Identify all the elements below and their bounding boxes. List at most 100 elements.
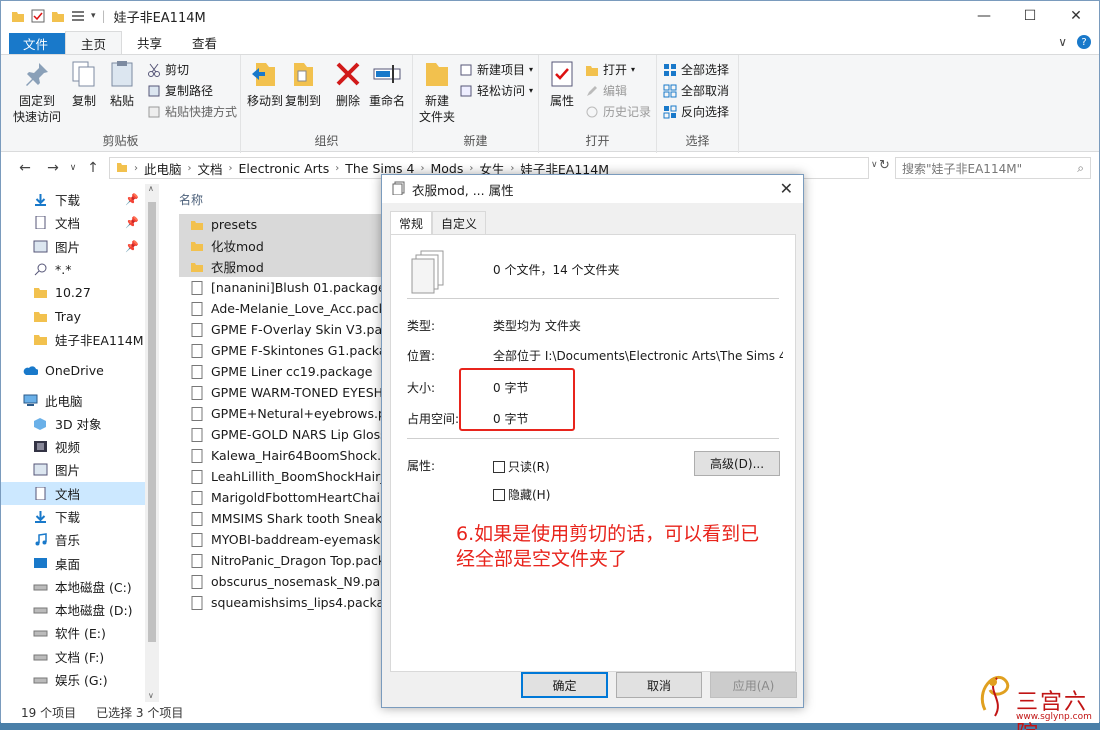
tab-view[interactable]: 查看 bbox=[177, 31, 232, 54]
file-row[interactable]: GPME F-Overlay Skin V3.package bbox=[179, 319, 386, 340]
tab-share[interactable]: 共享 bbox=[122, 31, 177, 54]
close-button[interactable]: ✕ bbox=[1053, 1, 1099, 31]
paste-button[interactable]: 粘贴 bbox=[107, 59, 137, 109]
file-row[interactable]: MYOBI-baddream-eyemask.package bbox=[179, 529, 386, 550]
file-row[interactable]: GPME+Netural+eyebrows.package bbox=[179, 403, 386, 424]
nav-item-this-pc[interactable]: 此电脑 bbox=[1, 388, 159, 411]
nav-item-drive-f[interactable]: 文档 (F:) bbox=[1, 645, 159, 668]
recent-dropdown-icon[interactable]: ∨ bbox=[63, 163, 83, 173]
file-row[interactable]: GPME Liner cc19.package bbox=[179, 361, 386, 382]
select-none-button[interactable]: 全部取消 bbox=[663, 82, 729, 99]
back-arrow-icon[interactable]: ← bbox=[15, 160, 35, 176]
address-dropdown-icon[interactable]: ∨ bbox=[871, 160, 878, 170]
nav-item-search[interactable]: *.* bbox=[1, 258, 159, 281]
minimize-button[interactable]: — bbox=[961, 1, 1007, 31]
nav-item-1027[interactable]: 10.27 bbox=[1, 281, 159, 304]
search-input[interactable]: 搜索"娃子非EA114M" ⌕ bbox=[895, 157, 1091, 179]
checkbox-box[interactable] bbox=[493, 461, 505, 473]
nav-item-videos[interactable]: 视频 bbox=[1, 435, 159, 458]
refresh-icon[interactable]: ↻ bbox=[879, 158, 890, 173]
scroll-down-icon[interactable]: ∨ bbox=[148, 691, 154, 700]
nav-item-onedrive[interactable]: OneDrive bbox=[1, 359, 159, 382]
nav-item-pc-documents[interactable]: 文档 bbox=[1, 481, 159, 505]
file-row[interactable]: NitroPanic_Dragon Top.package bbox=[179, 550, 386, 571]
folder-row[interactable]: 衣服mod bbox=[179, 256, 386, 277]
crumb-documents[interactable]: 文档 bbox=[198, 159, 223, 178]
nav-scrollbar[interactable]: ∧ ∨ bbox=[145, 184, 159, 702]
properties-button[interactable]: 属性 bbox=[547, 59, 577, 109]
invert-selection-button[interactable]: 反向选择 bbox=[663, 103, 729, 120]
edit-button[interactable]: 编辑 bbox=[585, 82, 627, 99]
nav-item-documents[interactable]: 文档 📌 bbox=[1, 211, 159, 234]
delete-button[interactable]: 删除 bbox=[333, 59, 363, 109]
file-row[interactable]: GPME WARM-TONED EYESHADOW bbox=[179, 382, 386, 403]
nav-item-music[interactable]: 音乐 bbox=[1, 528, 159, 551]
dialog-close-icon[interactable]: ✕ bbox=[780, 179, 793, 198]
nav-item-pc-downloads[interactable]: 下载 bbox=[1, 505, 159, 528]
nav-item-current-folder[interactable]: 娃子非EA114M bbox=[1, 328, 159, 351]
nav-item-downloads[interactable]: 下载 📌 bbox=[1, 188, 159, 211]
nav-item-drive-c[interactable]: 本地磁盘 (C:) bbox=[1, 575, 159, 598]
maximize-button[interactable]: ☐ bbox=[1007, 1, 1053, 31]
pin-icon[interactable]: 📌 bbox=[125, 216, 139, 229]
folder-row[interactable]: presets bbox=[179, 214, 386, 235]
cancel-button[interactable]: 取消 bbox=[616, 672, 702, 698]
file-row[interactable]: GPME F-Skintones G1.package bbox=[179, 340, 386, 361]
checkbox-box[interactable] bbox=[493, 489, 505, 501]
file-row[interactable]: obscurus_nosemask_N9.package bbox=[179, 571, 386, 592]
copy-to-button[interactable]: 复制到 bbox=[285, 59, 321, 109]
qa-dropdown-icon[interactable]: ▾ bbox=[91, 11, 96, 21]
nav-item-drive-d[interactable]: 本地磁盘 (D:) bbox=[1, 598, 159, 621]
nav-item-pc-pictures[interactable]: 图片 bbox=[1, 458, 159, 481]
nav-item-desktop[interactable]: 桌面 bbox=[1, 551, 159, 574]
properties-check-icon[interactable] bbox=[31, 9, 45, 23]
new-folder-icon[interactable] bbox=[51, 9, 65, 23]
nav-item-pictures[interactable]: 图片 📌 bbox=[1, 235, 159, 258]
file-row[interactable]: [nananini]Blush 01.package bbox=[179, 277, 386, 298]
nav-scroll-thumb[interactable] bbox=[148, 202, 156, 642]
open-button[interactable]: 打开 ▾ bbox=[585, 61, 635, 78]
cut-button[interactable]: 剪切 bbox=[147, 61, 189, 78]
file-row[interactable]: Kalewa_Hair64BoomShock.package bbox=[179, 445, 386, 466]
pin-icon[interactable]: 📌 bbox=[125, 193, 139, 206]
file-row[interactable]: GPME-GOLD NARS Lip Gloss.package bbox=[179, 424, 386, 445]
history-button[interactable]: 历史记录 bbox=[585, 103, 651, 120]
copy-path-button[interactable]: 复制路径 bbox=[147, 82, 213, 99]
collapse-ribbon-icon[interactable]: ∨ bbox=[1058, 35, 1067, 49]
file-row[interactable]: MMSIMS Shark tooth Sneakers.package bbox=[179, 508, 386, 529]
file-row[interactable]: LeahLillith_BoomShockHair_001.package bbox=[179, 466, 386, 487]
rename-button[interactable]: 重命名 bbox=[369, 59, 405, 109]
file-row[interactable]: squeamishsims_lips4.package bbox=[179, 592, 386, 613]
easy-access-button[interactable]: 轻松访问 ▾ bbox=[459, 82, 533, 99]
crumb-this-pc[interactable]: 此电脑 bbox=[144, 159, 182, 178]
view-options-icon[interactable] bbox=[71, 9, 85, 23]
apply-button[interactable]: 应用(A) bbox=[710, 672, 797, 698]
nav-item-drive-e[interactable]: 软件 (E:) bbox=[1, 621, 159, 644]
tab-custom[interactable]: 自定义 bbox=[432, 211, 487, 236]
paste-shortcut-button[interactable]: 粘贴快捷方式 bbox=[147, 103, 237, 120]
readonly-checkbox[interactable]: 只读(R) bbox=[493, 458, 550, 475]
new-item-button[interactable]: 新建项目 ▾ bbox=[459, 61, 533, 78]
folder-row[interactable]: 化妆mod bbox=[179, 235, 386, 256]
select-all-button[interactable]: 全部选择 bbox=[663, 61, 729, 78]
new-folder-button[interactable]: 新建 文件夹 bbox=[419, 59, 455, 125]
up-arrow-icon[interactable]: ↑ bbox=[83, 160, 103, 176]
file-row[interactable]: Ade-Melanie_Love_Acc.package bbox=[179, 298, 386, 319]
pin-quick-access-button[interactable]: 固定到 快速访问 bbox=[13, 59, 61, 125]
copy-button[interactable]: 复制 bbox=[69, 59, 99, 109]
forward-arrow-icon[interactable]: → bbox=[43, 160, 63, 176]
advanced-button[interactable]: 高级(D)... bbox=[694, 451, 780, 476]
nav-item-tray[interactable]: Tray bbox=[1, 304, 159, 327]
help-icon[interactable]: ? bbox=[1077, 35, 1091, 49]
hidden-checkbox[interactable]: 隐藏(H) bbox=[493, 486, 550, 503]
tab-file[interactable]: 文件 bbox=[9, 33, 65, 54]
crumb-electronic-arts[interactable]: Electronic Arts bbox=[239, 161, 330, 176]
move-to-button[interactable]: 移动到 bbox=[247, 59, 283, 109]
tab-home[interactable]: 主页 bbox=[65, 31, 123, 54]
scroll-up-icon[interactable]: ∧ bbox=[148, 184, 154, 193]
ok-button[interactable]: 确定 bbox=[521, 672, 608, 698]
nav-item-drive-g[interactable]: 娱乐 (G:) bbox=[1, 668, 159, 691]
nav-item-3d-objects[interactable]: 3D 对象 bbox=[1, 412, 159, 435]
column-header-name[interactable]: 名称 bbox=[171, 184, 386, 214]
pin-icon[interactable]: 📌 bbox=[125, 240, 139, 253]
